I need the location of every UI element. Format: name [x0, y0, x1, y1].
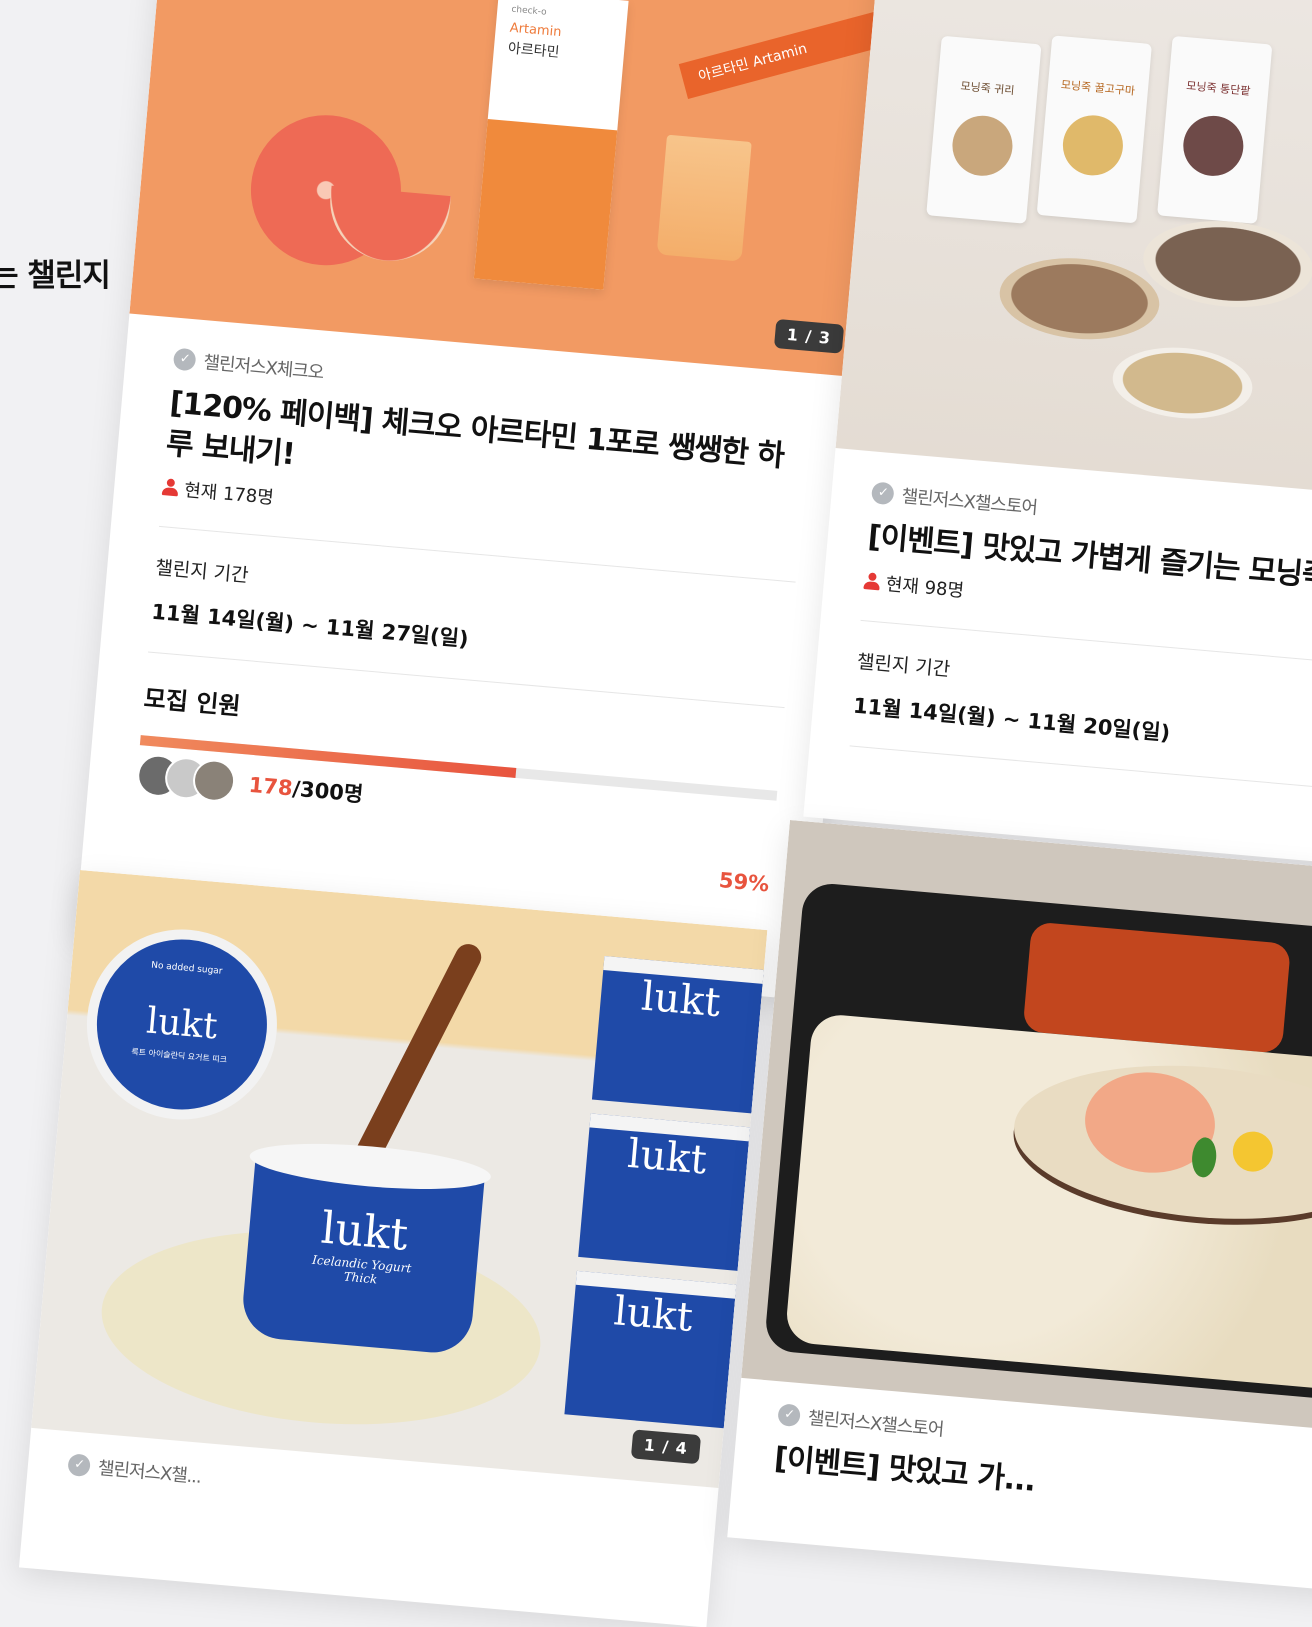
- person-icon: [162, 478, 180, 497]
- porridge-bowl: [996, 251, 1163, 346]
- person-icon: [863, 572, 881, 591]
- section-heading: 는 챌린지: [0, 258, 111, 294]
- card-image: check-o Artamin 아르타민 아르타민 Artamin 1 / 3: [129, 0, 896, 378]
- lid-label: No added sugar: [150, 960, 223, 977]
- current-count: 현재 178명: [183, 480, 275, 509]
- verified-check-icon: ✓: [870, 481, 895, 506]
- brand-name: 챌린저스X챌스토어: [807, 1407, 945, 1441]
- yogurt-stack: lukt lukt lukt: [564, 956, 764, 1429]
- challenge-card-porridge[interactable]: 모닝죽 귀리 모닝죽 꿀고구마 모닝죽 통단팥 ✓ 챌린저스X챌스토어 [이벤트…: [803, 0, 1312, 871]
- recruit-joined: 178: [247, 772, 294, 801]
- challenge-card-fried-rice[interactable]: ✓ 챌린저스X챌스토어 [이벤트] 맛있고 가...: [727, 820, 1312, 1592]
- brand-name: 챌린저스X챌스토어: [900, 486, 1038, 519]
- product-box: check-o Artamin 아르타민: [473, 0, 629, 290]
- image-page-indicator: 1 / 3: [773, 318, 845, 354]
- porridge-bowl: [1109, 342, 1256, 425]
- recruit-label: 모집 인원: [142, 684, 242, 721]
- lid-brand: lukt: [144, 1000, 220, 1048]
- card-body: ✓ 챌린저스X챌스토어 [이벤트] 맛있고 가볍게 즐기는 모닝죽 현재 98명…: [810, 448, 1312, 796]
- verified-check-icon: ✓: [67, 1453, 92, 1478]
- pouch-3: 모닝죽 통단팥: [1157, 35, 1273, 224]
- challenge-card-yogurt[interactable]: No added sugar lukt 룩트 아이슬란딕 요거트 띠크 lukt…: [18, 870, 768, 1627]
- card-image: 모닝죽 귀리 모닝죽 꿀고구마 모닝죽 통단팥: [835, 0, 1312, 503]
- challenge-card-artamin[interactable]: check-o Artamin 아르타민 아르타민 Artamin 1 / 3 …: [74, 0, 896, 1001]
- brand-name: 챌린저스X체크오: [202, 352, 325, 384]
- pouch-label: 모닝죽 꿀고구마: [1060, 78, 1136, 98]
- verified-check-icon: ✓: [172, 347, 197, 372]
- participant-avatars: [135, 753, 237, 804]
- pouch-1: 모닝죽 귀리: [926, 35, 1042, 224]
- current-count: 현재 98명: [884, 573, 965, 602]
- card-body: ✓ 챌린저스X체크오 [120% 페이백] 체크오 아르타민 1포로 쌩쌩한 하…: [84, 314, 862, 901]
- image-page-indicator: 1 / 4: [630, 1429, 702, 1465]
- stack-brand: lukt: [564, 1270, 737, 1429]
- stack-brand: lukt: [578, 1113, 751, 1271]
- verified-check-icon: ✓: [777, 1403, 802, 1428]
- pouch-2: 모닝죽 꿀고구마: [1036, 35, 1152, 224]
- brand-name: 챌린저스X챌...: [97, 1457, 202, 1488]
- porridge-bowl: [1139, 214, 1312, 314]
- pouch-label: 모닝죽 통단팥: [1185, 79, 1251, 98]
- pouch-label: 모닝죽 귀리: [959, 79, 1015, 98]
- product-stick: 아르타민 Artamin: [678, 7, 896, 99]
- card-image: No added sugar lukt 룩트 아이슬란딕 요거트 띠크 lukt…: [31, 870, 768, 1489]
- card-image: [741, 820, 1312, 1432]
- yogurt-cup: lukt Icelandic Yogurt Thick: [240, 1135, 493, 1356]
- yogurt-lid: No added sugar lukt 룩트 아이슬란딕 요거트 띠크: [79, 921, 285, 1128]
- stack-brand: lukt: [591, 956, 764, 1114]
- juice-glass-image: [656, 134, 752, 262]
- recruit-total: /300명: [291, 776, 365, 807]
